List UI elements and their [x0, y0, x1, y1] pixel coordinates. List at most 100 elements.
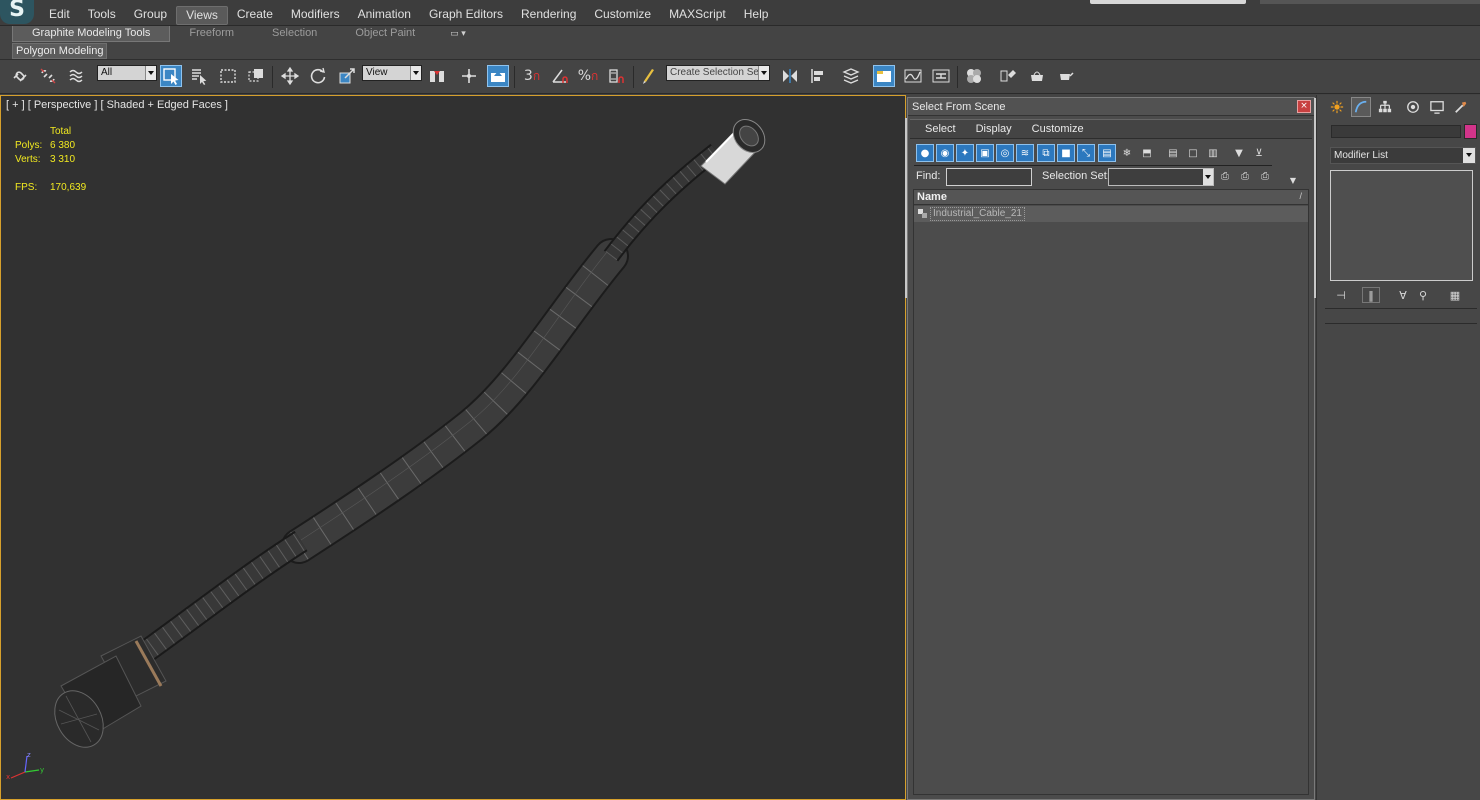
column-name[interactable]: Name	[917, 191, 947, 203]
dialog-menu-display[interactable]: Display	[969, 120, 1019, 138]
select-by-name-icon[interactable]	[188, 65, 210, 87]
material-editor-icon[interactable]	[963, 65, 985, 87]
perspective-viewport[interactable]: [ + ] [ Perspective ] [ Shaded + Edged F…	[0, 95, 906, 800]
menu-create[interactable]: Create	[228, 6, 282, 25]
menu-tools[interactable]: Tools	[79, 6, 125, 25]
align-icon[interactable]	[807, 65, 829, 87]
keyboard-shortcut-override-icon[interactable]	[487, 65, 509, 87]
select-invert-icon[interactable]: ▥	[1204, 144, 1222, 162]
app-logo-button[interactable]: S	[0, 0, 34, 24]
tab-selection[interactable]: Selection	[253, 26, 336, 42]
selection-set-dropdown[interactable]	[1108, 168, 1214, 186]
render-setup-icon[interactable]	[997, 65, 1019, 87]
reference-coordinate-dropdown[interactable]: View	[362, 65, 422, 81]
motion-tab-icon[interactable]	[1403, 97, 1423, 117]
menu-rendering[interactable]: Rendering	[512, 6, 585, 25]
scene-explorer-icon[interactable]	[873, 65, 895, 87]
find-input[interactable]	[946, 168, 1032, 186]
expand-icon[interactable]: ▼	[1284, 171, 1302, 189]
configure-modifier-sets-icon[interactable]: ▦	[1446, 287, 1464, 303]
select-none-icon[interactable]: □	[1184, 144, 1202, 162]
menu-views[interactable]: Views	[176, 6, 228, 25]
menu-edit[interactable]: Edit	[40, 6, 79, 25]
snaps-toggle-icon[interactable]: 3ก	[521, 65, 543, 87]
add-to-selection-set-icon[interactable]: ⎙	[1236, 167, 1254, 185]
named-selection-sets-dropdown[interactable]: Create Selection Se	[666, 65, 770, 81]
window-crossing-icon[interactable]	[245, 65, 267, 87]
list-header[interactable]: Name /	[914, 190, 1308, 205]
dialog-menu-customize[interactable]: Customize	[1025, 120, 1091, 138]
menu-graph-editors[interactable]: Graph Editors	[420, 6, 512, 25]
display-tab-icon[interactable]	[1427, 97, 1447, 117]
curve-editor-icon[interactable]	[902, 65, 924, 87]
scale-icon[interactable]	[336, 65, 358, 87]
display-hidden-icon[interactable]: ⬒	[1138, 144, 1156, 162]
hierarchy-tab-icon[interactable]	[1375, 97, 1395, 117]
schematic-view-icon[interactable]	[930, 65, 952, 87]
ribbon-minimize-toggle[interactable]: ▭ ▾	[450, 26, 466, 42]
menu-customize[interactable]: Customize	[585, 6, 660, 25]
layer-manager-icon[interactable]	[840, 65, 862, 87]
pivot-center-icon[interactable]	[426, 65, 448, 87]
render-production-icon[interactable]	[1055, 65, 1077, 87]
display-space-warps-icon[interactable]: ≋	[1016, 144, 1034, 162]
show-end-result-icon[interactable]: ‖	[1362, 287, 1380, 303]
selection-filter-dropdown[interactable]: All	[97, 65, 157, 81]
filter-options-icon[interactable]: ⊻	[1250, 144, 1268, 162]
link-icon[interactable]	[9, 65, 31, 87]
dialog-menu-select[interactable]: Select	[918, 120, 963, 138]
ribbon-panel-polygon-modeling[interactable]: Polygon Modeling	[12, 43, 108, 59]
select-object-icon[interactable]	[160, 65, 182, 87]
display-frozen-icon[interactable]: ❄	[1118, 144, 1136, 162]
spinner-snap-icon[interactable]	[606, 65, 628, 87]
close-icon[interactable]: ×	[1297, 100, 1311, 113]
modify-tab-icon[interactable]	[1351, 97, 1371, 117]
modifier-list-dropdown[interactable]: Modifier List	[1330, 147, 1476, 164]
menu-group[interactable]: Group	[125, 6, 176, 25]
pin-stack-icon[interactable]: ⊣	[1332, 287, 1350, 303]
bind-space-warp-icon[interactable]	[66, 65, 88, 87]
display-bones-icon[interactable]: ⤡	[1077, 144, 1095, 162]
rendered-frame-window-icon[interactable]	[1026, 65, 1048, 87]
select-manipulate-icon[interactable]	[458, 65, 480, 87]
display-groups-icon[interactable]: ⧉	[1037, 144, 1055, 162]
menu-help[interactable]: Help	[735, 6, 778, 25]
tab-graphite-modeling-tools[interactable]: Graphite Modeling Tools	[12, 26, 171, 42]
object-color-swatch[interactable]	[1464, 124, 1477, 139]
viewport-label-menu[interactable]: [ + ] [ Perspective ] [ Shaded + Edged F…	[6, 99, 228, 111]
unlink-icon[interactable]	[37, 65, 59, 87]
menu-maxscript[interactable]: MAXScript	[660, 6, 735, 25]
dialog-titlebar[interactable]: Select From Scene ×	[908, 98, 1314, 116]
utilities-tab-icon[interactable]	[1451, 97, 1471, 117]
object-name-field[interactable]	[1331, 125, 1461, 138]
percent-snap-icon[interactable]: % ก	[577, 65, 599, 87]
modifier-stack[interactable]	[1330, 170, 1473, 281]
create-selection-set-icon[interactable]: ⎙	[1216, 167, 1234, 185]
filter-icon[interactable]: ▼	[1230, 144, 1248, 162]
tab-freeform[interactable]: Freeform	[170, 26, 253, 42]
move-icon[interactable]	[279, 65, 301, 87]
rectangular-selection-icon[interactable]	[217, 65, 239, 87]
display-cameras-icon[interactable]: ▣	[976, 144, 994, 162]
display-lights-icon[interactable]: ✦	[956, 144, 974, 162]
create-tab-icon[interactable]	[1327, 97, 1347, 117]
select-all-icon[interactable]: ▤	[1164, 144, 1182, 162]
display-xrefs-icon[interactable]: ■	[1057, 144, 1075, 162]
angle-snap-icon[interactable]	[549, 65, 571, 87]
display-geometry-icon[interactable]: ●	[916, 144, 934, 162]
list-item[interactable]: Industrial_Cable_21	[914, 206, 1308, 222]
info-center-search-input[interactable]	[1090, 0, 1246, 4]
tab-object-paint[interactable]: Object Paint	[336, 26, 434, 42]
make-unique-icon[interactable]: ∀	[1394, 287, 1412, 303]
display-containers-icon[interactable]: ▤	[1098, 144, 1116, 162]
edit-named-selection-icon[interactable]	[638, 65, 660, 87]
display-shapes-icon[interactable]: ◉	[936, 144, 954, 162]
menu-animation[interactable]: Animation	[349, 6, 420, 25]
display-helpers-icon[interactable]: ◎	[996, 144, 1014, 162]
remove-modifier-icon[interactable]: ⚲	[1414, 287, 1432, 303]
remove-from-selection-set-icon[interactable]: ⎙	[1256, 167, 1274, 185]
rotate-icon[interactable]	[307, 65, 329, 87]
mirror-icon[interactable]	[779, 65, 801, 87]
menu-modifiers[interactable]: Modifiers	[282, 6, 349, 25]
scene-object-list[interactable]: Name / Industrial_Cable_21	[913, 189, 1309, 795]
